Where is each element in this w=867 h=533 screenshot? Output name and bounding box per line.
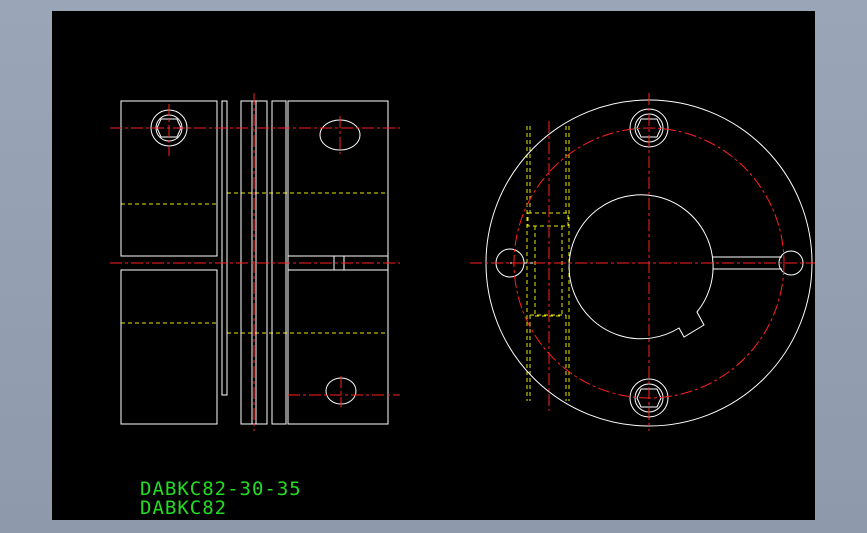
part-number-label: DABKC82-30-35	[140, 478, 302, 500]
cad-drawing	[110, 93, 815, 431]
front-view	[470, 93, 815, 431]
left-hub-lower	[120, 269, 218, 425]
disc-plate-left	[221, 100, 228, 396]
right-hub-lower	[287, 269, 389, 425]
side-view	[110, 93, 400, 431]
series-label: DABKC82	[140, 497, 228, 519]
left-hub-upper	[120, 100, 218, 257]
set-screw-head-hidden	[527, 212, 569, 227]
right-hub-upper	[287, 100, 389, 257]
bore-with-keyway	[568, 194, 714, 340]
cad-drawing-canvas[interactable]: DABKC82-30-35 DABKC82	[52, 11, 815, 520]
